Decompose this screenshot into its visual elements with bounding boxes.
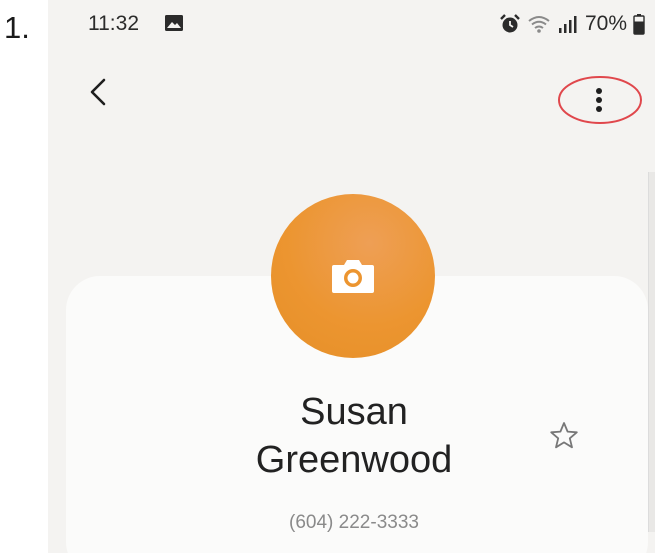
phone-screen: 11:32 70% Susan Greenwood (604) 222-3333	[48, 0, 655, 553]
favorite-button[interactable]	[548, 420, 580, 452]
chevron-left-icon	[90, 78, 106, 106]
status-time: 11:32	[88, 12, 139, 35]
status-bar: 11:32 70%	[48, 0, 655, 52]
wifi-icon	[528, 16, 550, 33]
star-outline-icon	[550, 422, 578, 449]
app-bar	[48, 60, 655, 124]
contact-phone[interactable]: (604) 222-3333	[216, 512, 492, 534]
contact-name: Susan Greenwood	[216, 388, 492, 484]
step-number: 1.	[4, 10, 30, 45]
back-button[interactable]	[78, 70, 118, 114]
image-icon	[165, 15, 183, 31]
battery-percent: 70%	[584, 12, 627, 35]
status-icons: 70%	[499, 10, 645, 38]
alarm-icon	[500, 14, 520, 33]
contact-last-name: Greenwood	[255, 439, 453, 481]
side-scroll-edge	[648, 172, 655, 532]
camera-icon	[332, 260, 374, 293]
more-vertical-icon	[596, 88, 602, 112]
more-options-button[interactable]	[556, 74, 644, 126]
contact-avatar[interactable]	[271, 194, 435, 358]
signal-icon	[558, 16, 577, 33]
contact-first-name: Susan	[300, 391, 408, 433]
battery-icon	[633, 14, 645, 35]
